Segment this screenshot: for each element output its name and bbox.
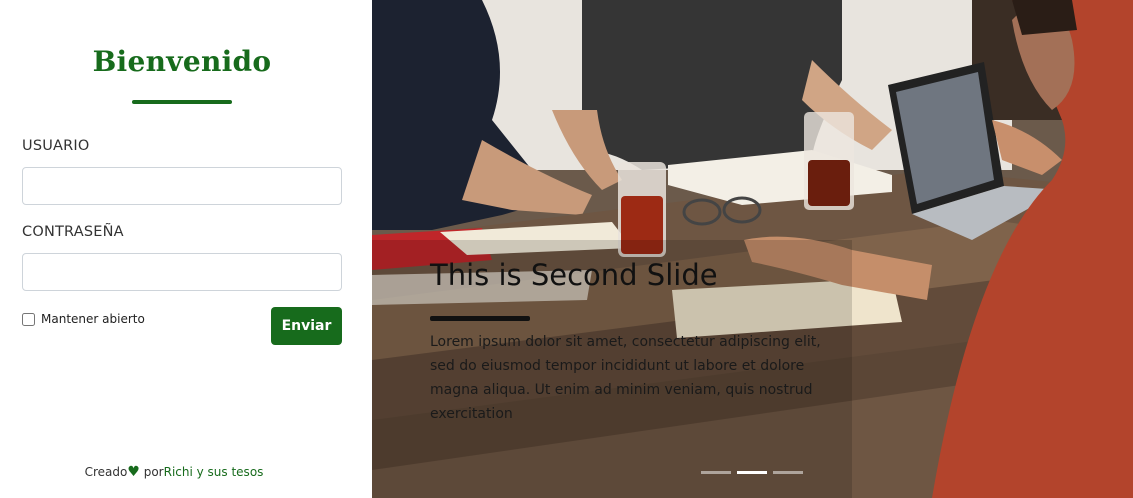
carousel-indicator-1[interactable]: [701, 471, 731, 474]
carousel-indicator-2[interactable]: [737, 471, 767, 474]
keep-open-checkbox[interactable]: [22, 312, 35, 326]
slide-text: Lorem ipsum dolor sit amet, consectetur …: [430, 334, 821, 422]
slide-title: This is Second Slide: [430, 258, 718, 292]
title-underline: [132, 100, 232, 104]
page-title: Bienvenido: [92, 45, 272, 78]
footer-by-text: por: [139, 465, 164, 479]
author-link[interactable]: Richi y sus tesos: [164, 465, 264, 479]
carousel-indicators: [701, 471, 803, 474]
user-label: USUARIO: [22, 138, 90, 154]
password-input[interactable]: [22, 253, 342, 291]
login-panel: Bienvenido USUARIO CONTRASEÑA Mantener a…: [0, 0, 372, 498]
submit-button[interactable]: Enviar: [271, 307, 342, 345]
keep-open-option[interactable]: Mantener abierto: [22, 312, 145, 326]
footer-credit: Creado♥ porRichi y sus tesos: [0, 464, 348, 480]
keep-open-label: Mantener abierto: [41, 312, 145, 326]
footer-created-text: Creado: [84, 465, 128, 479]
carousel-slide: This is Second Slide Lorem ipsum dolor s…: [372, 0, 1133, 498]
user-input[interactable]: [22, 167, 342, 205]
carousel-indicator-3[interactable]: [773, 471, 803, 474]
password-label: CONTRASEÑA: [22, 224, 124, 240]
slide-title-underline: [430, 316, 530, 321]
heart-icon: ♥: [127, 464, 140, 480]
